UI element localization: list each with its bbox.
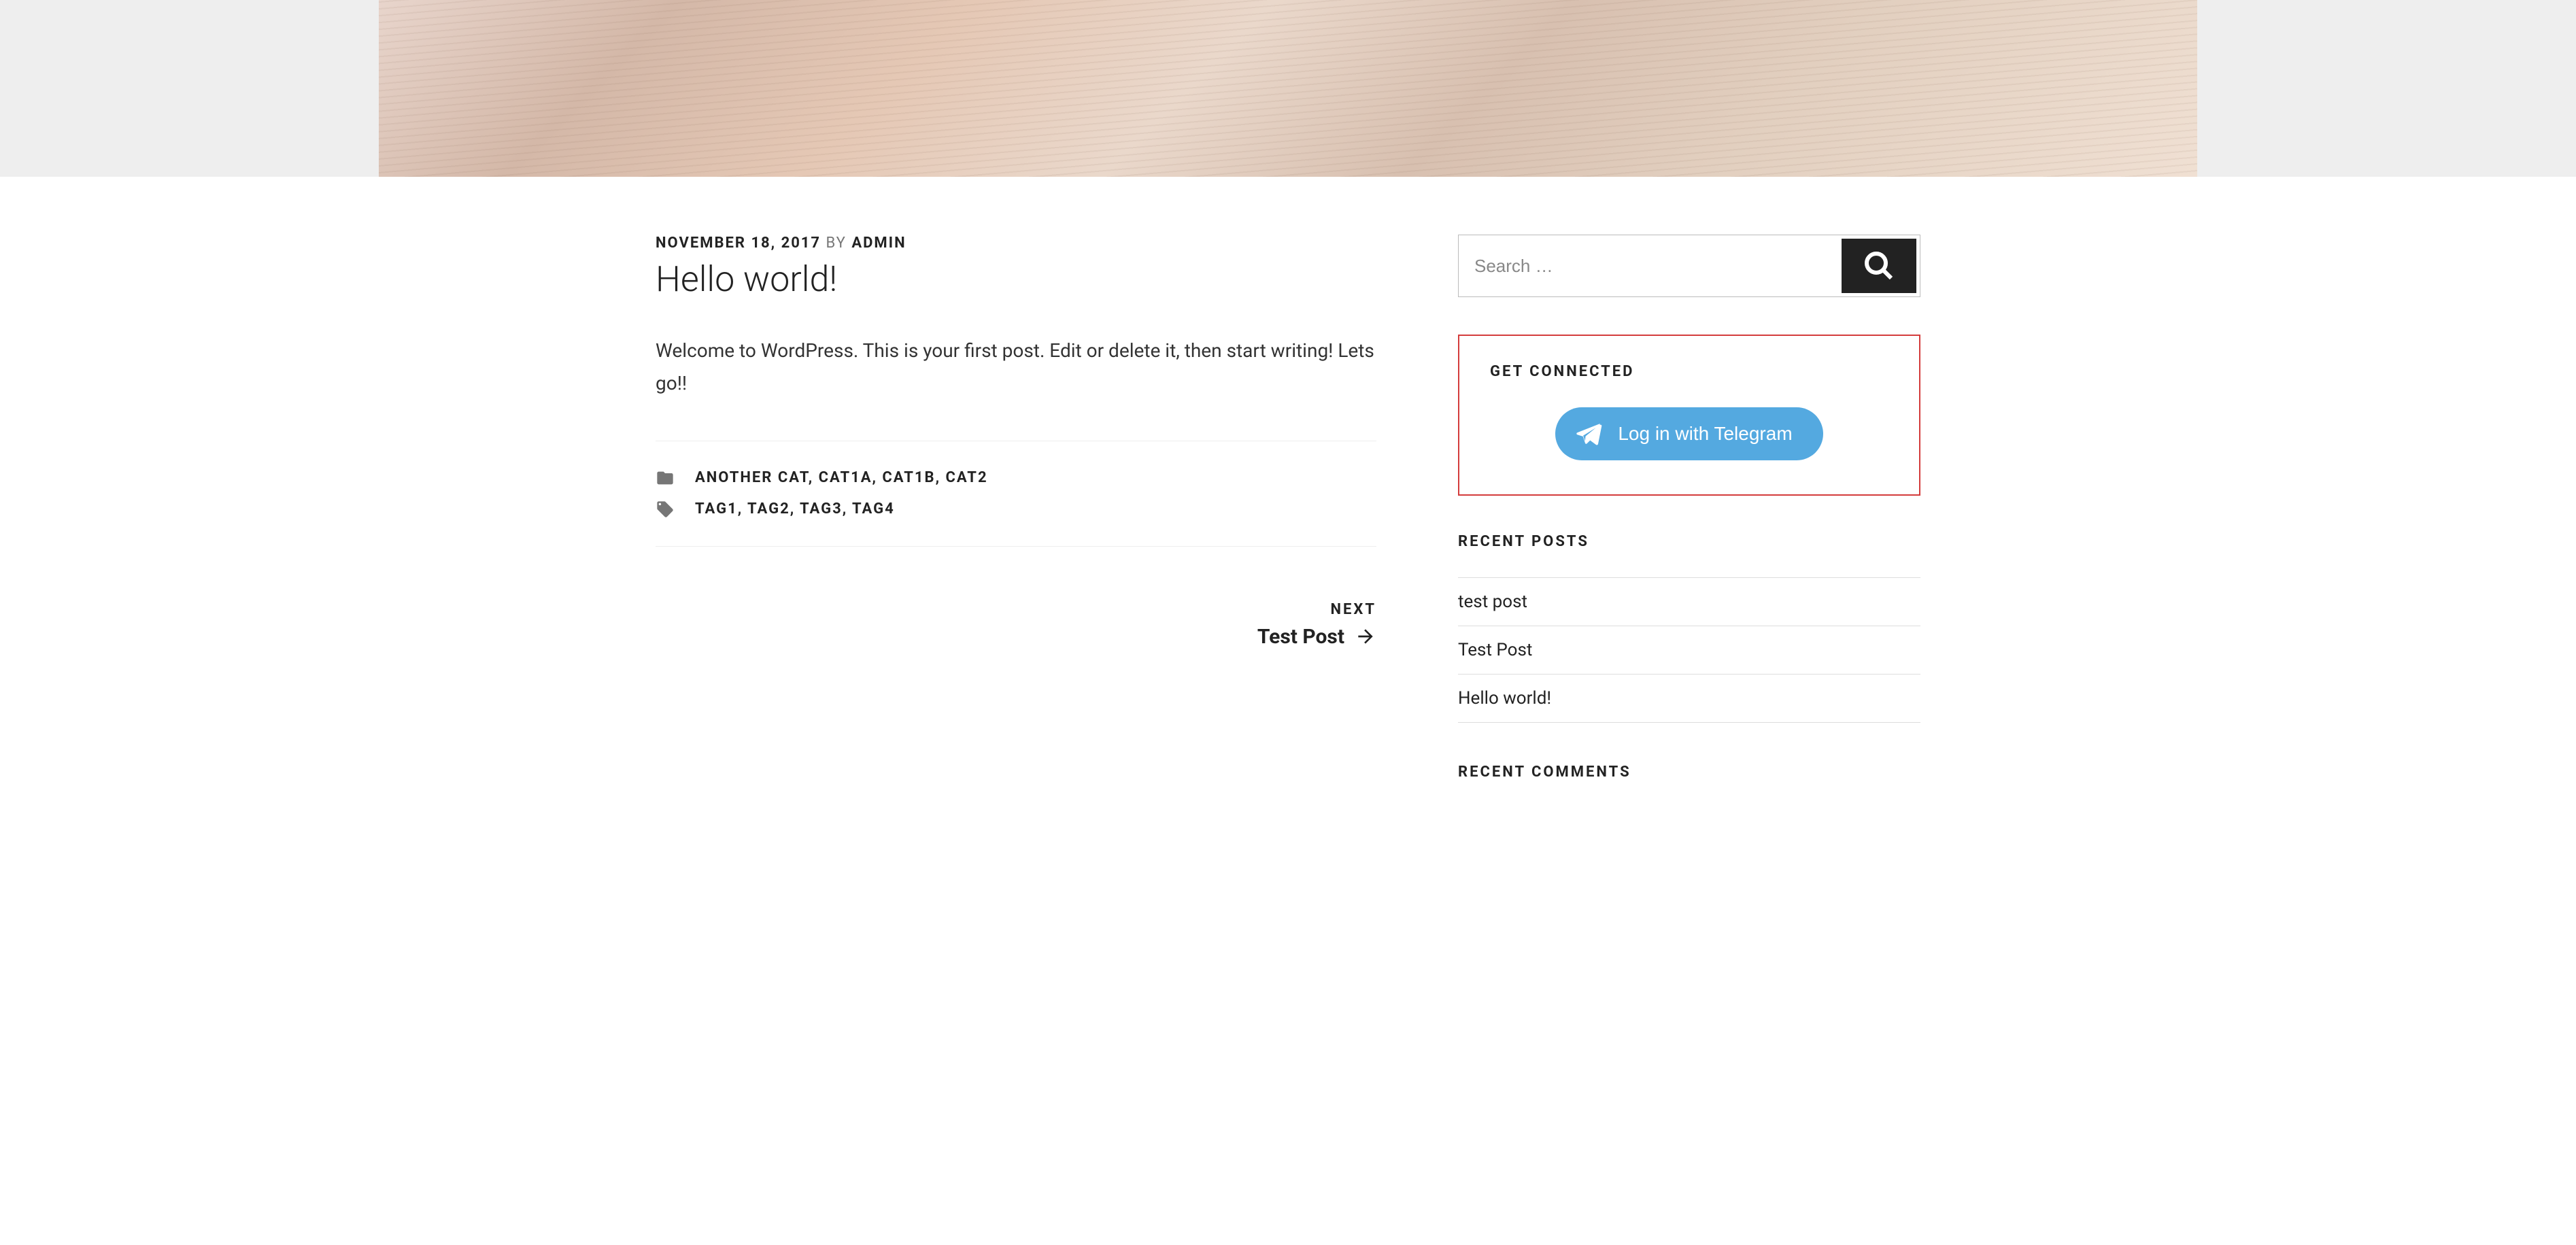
tag-link[interactable]: TAG4	[852, 500, 895, 517]
telegram-login-button[interactable]: Log in with Telegram	[1555, 407, 1823, 460]
next-label: NEXT	[656, 601, 1376, 618]
category-link[interactable]: CAT1B	[882, 469, 935, 486]
post-title: Hello world!	[656, 258, 1376, 301]
search-input[interactable]	[1462, 239, 1842, 293]
category-link[interactable]: CAT1A	[819, 469, 872, 486]
recent-post-link[interactable]: Hello world!	[1458, 688, 1551, 709]
recent-post-link[interactable]: Test Post	[1458, 640, 1532, 660]
next-post-link[interactable]: Test Post	[1257, 625, 1344, 649]
category-link[interactable]: ANOTHER CAT	[695, 469, 809, 486]
post-body: Welcome to WordPress. This is your first…	[656, 335, 1376, 399]
recent-post-link[interactable]: test post	[1458, 592, 1527, 612]
list-item: Test Post	[1458, 626, 1920, 675]
main-content: NOVEMBER 18, 2017 BY ADMIN Hello world! …	[656, 235, 1376, 821]
tag-icon	[656, 500, 675, 519]
search-button[interactable]	[1842, 239, 1916, 293]
tag-links: TAG1, TAG2, TAG3, TAG4	[695, 500, 895, 517]
header-image	[379, 0, 2197, 177]
post-date-link[interactable]: NOVEMBER 18, 2017	[656, 235, 821, 252]
post-navigation: NEXT Test Post	[656, 601, 1376, 649]
post-author-link[interactable]: ADMIN	[851, 235, 906, 252]
post-meta: NOVEMBER 18, 2017 BY ADMIN	[656, 235, 1376, 252]
arrow-right-icon	[1355, 626, 1376, 647]
recent-posts-list: test post Test Post Hello world!	[1458, 577, 1920, 723]
telegram-button-label: Log in with Telegram	[1618, 423, 1792, 445]
get-connected-widget: GET CONNECTED Log in with Telegram	[1458, 335, 1920, 496]
category-links: ANOTHER CAT, CAT1A, CAT1B, CAT2	[695, 469, 988, 486]
list-item: test post	[1458, 577, 1920, 626]
post-footer: ANOTHER CAT, CAT1A, CAT1B, CAT2 TAG1, TA…	[656, 441, 1376, 547]
recent-posts-widget: RECENT POSTS test post Test Post Hello w…	[1458, 533, 1920, 723]
telegram-icon	[1574, 420, 1603, 448]
get-connected-title: GET CONNECTED	[1490, 363, 1888, 380]
by-label: BY	[826, 235, 847, 252]
category-link[interactable]: CAT2	[945, 469, 987, 486]
recent-posts-title: RECENT POSTS	[1458, 533, 1920, 550]
list-item: Hello world!	[1458, 675, 1920, 723]
search-form	[1458, 235, 1920, 297]
recent-comments-widget: RECENT COMMENTS	[1458, 764, 1920, 781]
search-icon	[1863, 250, 1895, 282]
folder-icon	[656, 468, 675, 488]
sidebar: GET CONNECTED Log in with Telegram RECEN…	[1458, 235, 1920, 821]
tag-link[interactable]: TAG3	[800, 500, 843, 517]
recent-comments-title: RECENT COMMENTS	[1458, 764, 1920, 781]
tag-link[interactable]: TAG2	[747, 500, 790, 517]
tag-link[interactable]: TAG1	[695, 500, 738, 517]
